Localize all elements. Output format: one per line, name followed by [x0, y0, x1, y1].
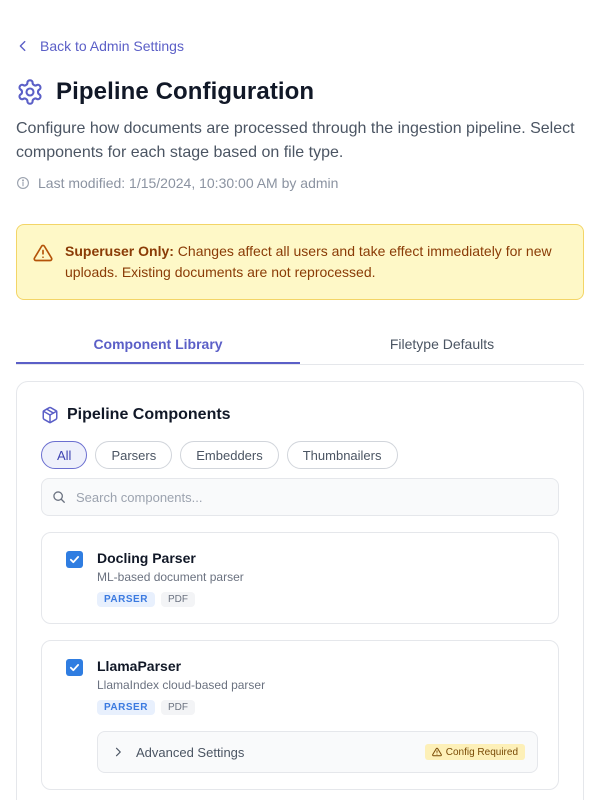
filter-chip-thumbnailers[interactable]: Thumbnailers	[286, 441, 398, 469]
pipeline-components-card: Pipeline Components All Parsers Embedder…	[16, 381, 584, 800]
superuser-warning-alert: Superuser Only: Changes affect all users…	[16, 224, 584, 300]
component-tags: PARSER PDF	[97, 700, 195, 715]
component-tags: PARSER PDF	[97, 592, 195, 607]
search-box	[41, 478, 559, 516]
config-required-label: Config Required	[445, 746, 518, 758]
advanced-settings-label: Advanced Settings	[136, 744, 245, 760]
component-name: LlamaParser	[97, 658, 182, 674]
component-name: Docling Parser	[97, 550, 196, 566]
filter-chip-all[interactable]: All	[41, 441, 88, 469]
back-link[interactable]: Back to Admin Settings	[16, 38, 184, 54]
type-tag: PARSER	[97, 592, 155, 607]
info-icon	[17, 177, 29, 189]
filter-chip-parsers[interactable]: Parsers	[95, 441, 173, 469]
chevron-left-icon	[19, 40, 26, 52]
config-required-badge: Config Required	[424, 744, 525, 760]
tab-filetype-defaults[interactable]: Filetype Defaults	[300, 326, 584, 364]
package-icon	[42, 406, 58, 424]
tab-bar: Component Library Filetype Defaults	[16, 326, 584, 365]
advanced-settings-toggle[interactable]: Advanced Settings Config Required	[97, 731, 538, 773]
alert-strong: Superuser Only:	[65, 243, 174, 259]
gear-icon	[18, 79, 42, 105]
component-checkbox[interactable]	[66, 659, 83, 676]
card-title: Pipeline Components	[67, 406, 231, 423]
warning-icon	[33, 244, 53, 262]
component-checkbox[interactable]	[66, 551, 83, 568]
filetype-tag: PDF	[160, 592, 195, 607]
checkmark-icon	[69, 664, 80, 672]
chevron-right-icon	[115, 747, 121, 757]
search-icon	[53, 491, 65, 503]
component-description: LlamaIndex cloud-based parser	[97, 678, 266, 692]
filter-chip-embedders[interactable]: Embedders	[180, 441, 279, 469]
back-link-label: Back to Admin Settings	[40, 38, 184, 54]
component-card-llamaparser[interactable]: LlamaParser LlamaIndex cloud-based parse…	[41, 640, 559, 790]
warning-icon	[431, 747, 442, 757]
last-modified-text: Last modified: 1/15/2024, 10:30:00 AM by…	[38, 175, 339, 191]
type-tag: PARSER	[97, 700, 155, 715]
checkmark-icon	[69, 556, 80, 564]
search-input[interactable]	[76, 489, 536, 505]
page-header: Pipeline Configuration	[16, 78, 314, 106]
page-description: Configure how documents are processed th…	[16, 120, 575, 161]
last-modified: Last modified: 1/15/2024, 10:30:00 AM by…	[16, 175, 338, 191]
filetype-tag: PDF	[160, 700, 195, 715]
page-title: Pipeline Configuration	[56, 78, 315, 105]
card-header: Pipeline Components	[41, 406, 231, 424]
tab-component-library[interactable]: Component Library	[16, 326, 300, 364]
component-card-docling[interactable]: Docling Parser ML-based document parser …	[41, 532, 559, 624]
component-description: ML-based document parser	[97, 570, 244, 584]
filter-chips: All Parsers Embedders Thumbnailers	[41, 441, 398, 469]
